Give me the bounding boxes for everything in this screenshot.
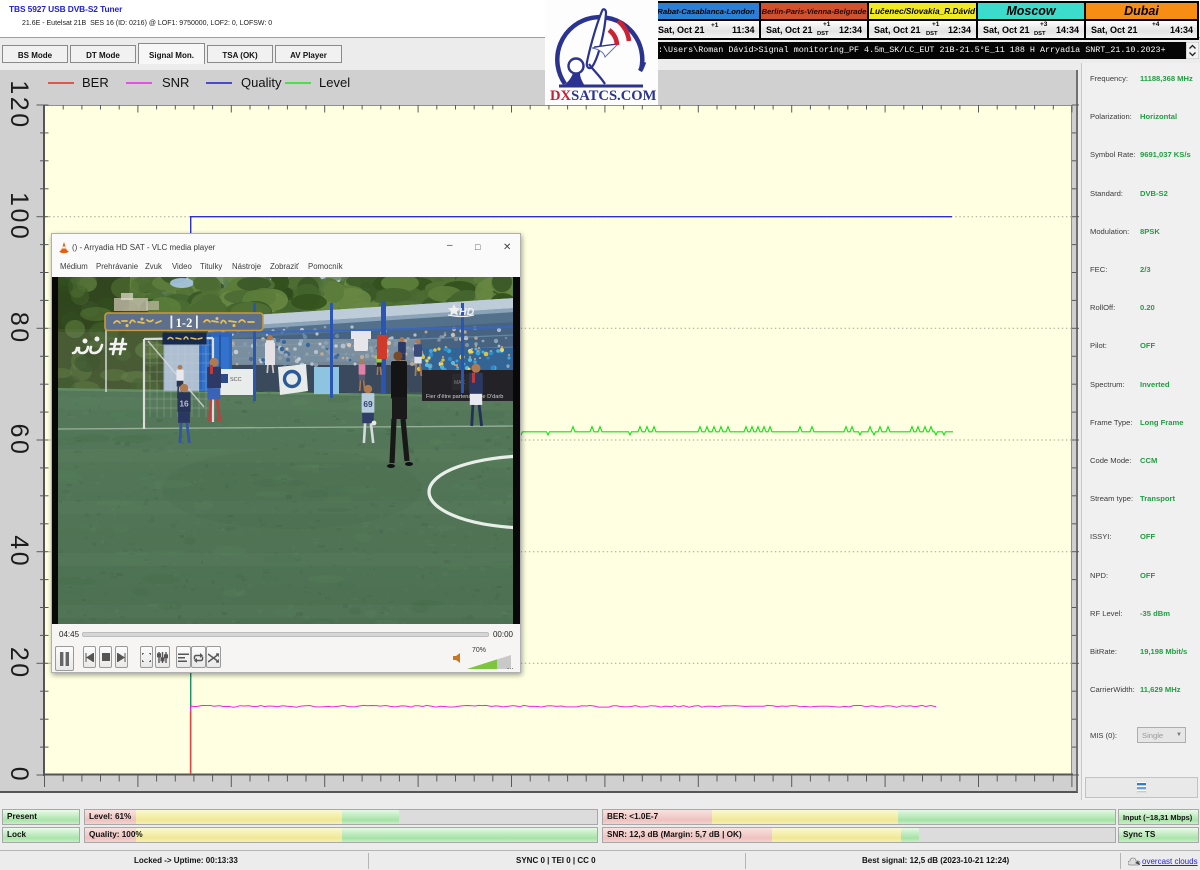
svg-text:60: 60 bbox=[5, 424, 33, 457]
svg-text:100: 100 bbox=[5, 192, 33, 241]
svg-text:69: 69 bbox=[363, 399, 373, 409]
svg-text:20: 20 bbox=[5, 647, 33, 680]
svg-text:Fier d'être partenaire de D'da: Fier d'être partenaire de D'darb bbox=[426, 394, 503, 400]
svg-text:120: 120 bbox=[5, 80, 33, 129]
svg-text:40: 40 bbox=[5, 535, 33, 568]
svg-text:0: 0 bbox=[5, 767, 33, 783]
svg-text:1-2: 1-2 bbox=[176, 316, 193, 330]
svg-text:SCC: SCC bbox=[230, 377, 242, 383]
svg-text:DXSATCS.COM: DXSATCS.COM bbox=[550, 88, 657, 104]
svg-text:80: 80 bbox=[5, 312, 33, 345]
svg-text:16: 16 bbox=[179, 398, 189, 408]
